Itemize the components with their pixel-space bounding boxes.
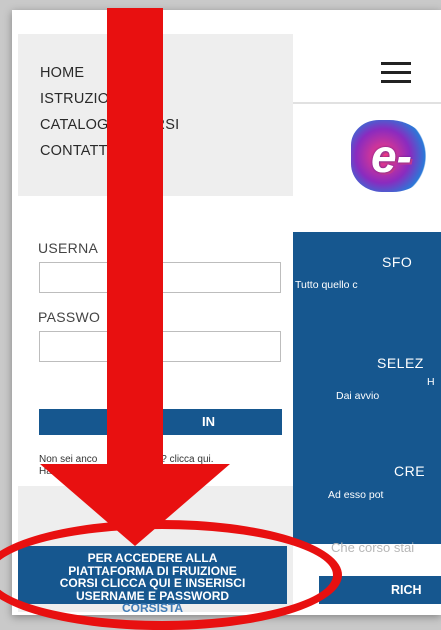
nav-item-catalogo-label-start: CATALOG (40, 117, 109, 133)
feature-panel: SFO Tutto quello c SELEZ H Dai avvio CRE… (293, 232, 441, 544)
hamburger-menu-icon[interactable] (381, 62, 411, 84)
site-logo: e- (371, 130, 412, 182)
annotation-arrow-shaft (107, 8, 163, 470)
nav-item-home[interactable]: HOME (40, 65, 84, 81)
feature-title-3: CRE (394, 463, 426, 479)
nav-item-contatti[interactable]: CONTATT (40, 143, 108, 159)
password-label: PASSWO (38, 309, 101, 325)
login-button-label: IN (202, 414, 215, 429)
feature-title-1: SFO (382, 254, 413, 270)
main-content: e- SFO Tutto quello c SELEZ H Dai avvio … (293, 34, 441, 612)
course-question-text: Che corso stai (331, 540, 415, 555)
feature-title-2: SELEZ (377, 355, 424, 371)
header-divider (293, 102, 441, 104)
feature-desc-3: Ad esso pot (328, 489, 384, 501)
username-label: USERNA (38, 240, 99, 256)
nav-item-istruzioni[interactable]: ISTRUZIO (40, 91, 109, 107)
feature-desc-1: Tutto quello c (295, 279, 358, 291)
feature-desc-2a: H (427, 376, 435, 388)
feature-desc-2b: Dai avvio (336, 390, 380, 402)
